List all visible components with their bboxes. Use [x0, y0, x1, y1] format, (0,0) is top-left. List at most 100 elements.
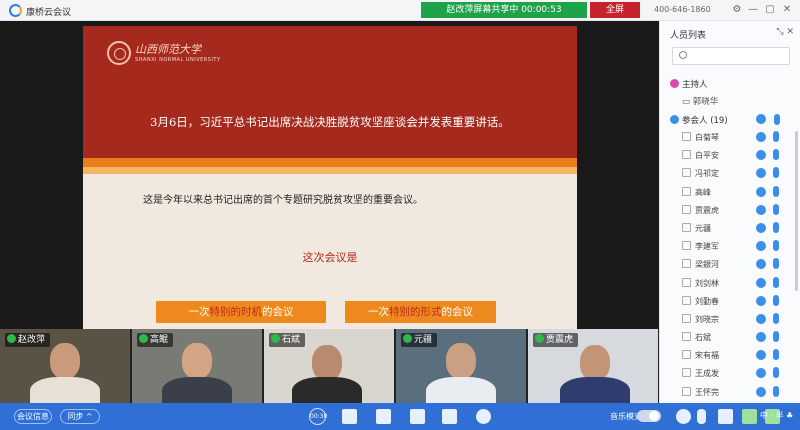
camera-icon[interactable] [756, 186, 766, 197]
attendee-row[interactable]: 宋有福 [660, 346, 800, 364]
attendee-row[interactable]: 冯祁定 [660, 164, 800, 182]
mic-icon[interactable] [773, 185, 779, 197]
speaker-icon[interactable] [718, 409, 733, 424]
attendee-row[interactable]: 刘剑林 [660, 274, 800, 292]
participant-face [182, 343, 212, 379]
user-icon [682, 386, 691, 396]
attendee-row[interactable]: 白菊琴 [660, 128, 800, 146]
camera-icon[interactable] [756, 204, 766, 215]
panel-title: 人员列表 [670, 31, 707, 41]
attendee-row[interactable]: 刘勤春 [660, 292, 800, 310]
user-icon [682, 132, 691, 141]
panel-popout-icon[interactable]: ⤡ ✕ [776, 27, 794, 37]
chat-icon[interactable] [376, 409, 391, 424]
panel-scrollbar[interactable] [795, 131, 798, 291]
video-tile[interactable]: 赵改萍 [0, 329, 130, 403]
all-camera-icon[interactable] [756, 114, 766, 124]
maximize-icon[interactable]: ▢ [763, 3, 777, 17]
attendee-name: 李建军 [695, 242, 719, 252]
host-section[interactable]: 主持人 [670, 78, 708, 90]
school-name-en: SHANXI NORMAL UNIVERSITY [135, 57, 221, 63]
layout-icon[interactable] [410, 409, 425, 424]
camera-icon[interactable] [756, 259, 766, 270]
mic-icon[interactable] [773, 258, 779, 270]
mic-icon[interactable] [773, 312, 779, 324]
camera-icon[interactable] [756, 368, 766, 379]
school-name: 山西师范大学 [135, 43, 201, 56]
mic-icon[interactable] [773, 203, 779, 215]
participant-body [426, 377, 496, 403]
video-tile[interactable]: 高鲲 [132, 329, 262, 403]
mic-icon[interactable] [773, 276, 779, 288]
camera-icon[interactable] [756, 386, 766, 397]
camera-icon[interactable] [756, 168, 766, 179]
mic-icon[interactable] [773, 240, 779, 252]
camera-icon[interactable] [676, 409, 691, 424]
mic-icon[interactable] [697, 409, 706, 424]
music-mode-toggle[interactable] [637, 410, 661, 422]
user-icon [682, 295, 691, 305]
search-icon [679, 51, 687, 59]
box-suffix: 的会议 [262, 306, 294, 318]
settings-icon[interactable]: ⚙ [730, 3, 744, 17]
attendee-row[interactable]: 梁銀河 [660, 255, 800, 273]
video-tile[interactable]: 石斌 [264, 329, 394, 403]
meeting-info-button[interactable]: 会议信息 [14, 409, 52, 424]
attendee-row[interactable]: 高峰 [660, 183, 800, 201]
attendee-row[interactable]: 王成发 [660, 364, 800, 382]
mic-icon[interactable] [773, 294, 779, 306]
video-tile[interactable]: 元疆 [396, 329, 526, 403]
slide-text-line2: 这次会议是 [302, 251, 358, 264]
all-mic-icon[interactable] [774, 114, 780, 125]
mic-icon[interactable] [773, 349, 779, 361]
camera-icon[interactable] [756, 313, 766, 324]
attendee-row[interactable]: 王怀完 [660, 383, 800, 401]
attendee-name: 元疆 [695, 223, 711, 233]
attendee-count-label: 参会人 (19) [682, 116, 728, 126]
camera-icon[interactable] [756, 295, 766, 306]
bottom-toolbar: 会议信息 同步 ^ 00:30 音乐模式 [0, 403, 800, 430]
mic-icon[interactable] [773, 367, 779, 379]
participant-body [30, 377, 100, 403]
video-tile[interactable]: 贾震虎 [528, 329, 658, 403]
attendee-row[interactable]: 李建军 [660, 237, 800, 255]
camera-icon[interactable] [756, 222, 766, 233]
title-bar: 康桥云会议 赵改萍屏幕共享中 00:00:53 全屏 400-646-1860 … [0, 0, 800, 21]
participant-body [560, 377, 630, 403]
attendee-row[interactable]: 白平安 [660, 146, 800, 164]
participants-icon[interactable] [342, 409, 357, 424]
mic-icon[interactable] [773, 131, 779, 142]
camera-icon[interactable] [756, 132, 766, 142]
camera-icon[interactable] [756, 277, 766, 288]
mic-on-icon [535, 334, 544, 343]
mic-icon[interactable] [773, 167, 779, 179]
user-icon [682, 350, 691, 360]
mic-icon[interactable] [773, 385, 779, 397]
camera-icon[interactable] [756, 241, 766, 252]
camera-icon[interactable] [756, 332, 766, 343]
sync-button[interactable]: 同步 ^ [60, 409, 100, 424]
attendee-name: 石斌 [695, 333, 711, 343]
more-icon[interactable] [476, 409, 491, 424]
participant-face [446, 343, 476, 379]
presentation-slide: 山西师范大学 SHANXI NORMAL UNIVERSITY 3月6日，习近平… [83, 26, 577, 329]
meeting-timer: 00:30 [309, 408, 327, 425]
share-screen-icon[interactable] [442, 409, 457, 424]
camera-icon[interactable] [756, 350, 766, 361]
attendee-section[interactable]: 参会人 (19) [670, 114, 795, 126]
attendee-row[interactable]: 刘晓宗 [660, 310, 800, 328]
mic-icon[interactable] [773, 331, 779, 343]
attendee-row[interactable]: 贾震虎 [660, 201, 800, 219]
app-title: 康桥云会议 [26, 8, 72, 18]
mic-icon[interactable] [773, 149, 779, 161]
minimize-icon[interactable]: — [746, 3, 760, 17]
participant-face [312, 345, 342, 381]
attendee-list: 白菊琴 白平安 冯祁定 高峰 贾震虎元疆李建军梁銀河 刘剑林 刘勤春 刘晓宗石斌宋有福 王成发王… [660, 128, 800, 401]
participant-search-input[interactable] [672, 47, 790, 65]
camera-icon[interactable] [756, 150, 766, 161]
close-icon[interactable]: ✕ [780, 3, 794, 17]
fullscreen-button[interactable]: 全屏 [590, 2, 640, 18]
attendee-row[interactable]: 元疆 [660, 219, 800, 237]
attendee-row[interactable]: 石斌 [660, 328, 800, 346]
mic-icon[interactable] [773, 221, 779, 233]
